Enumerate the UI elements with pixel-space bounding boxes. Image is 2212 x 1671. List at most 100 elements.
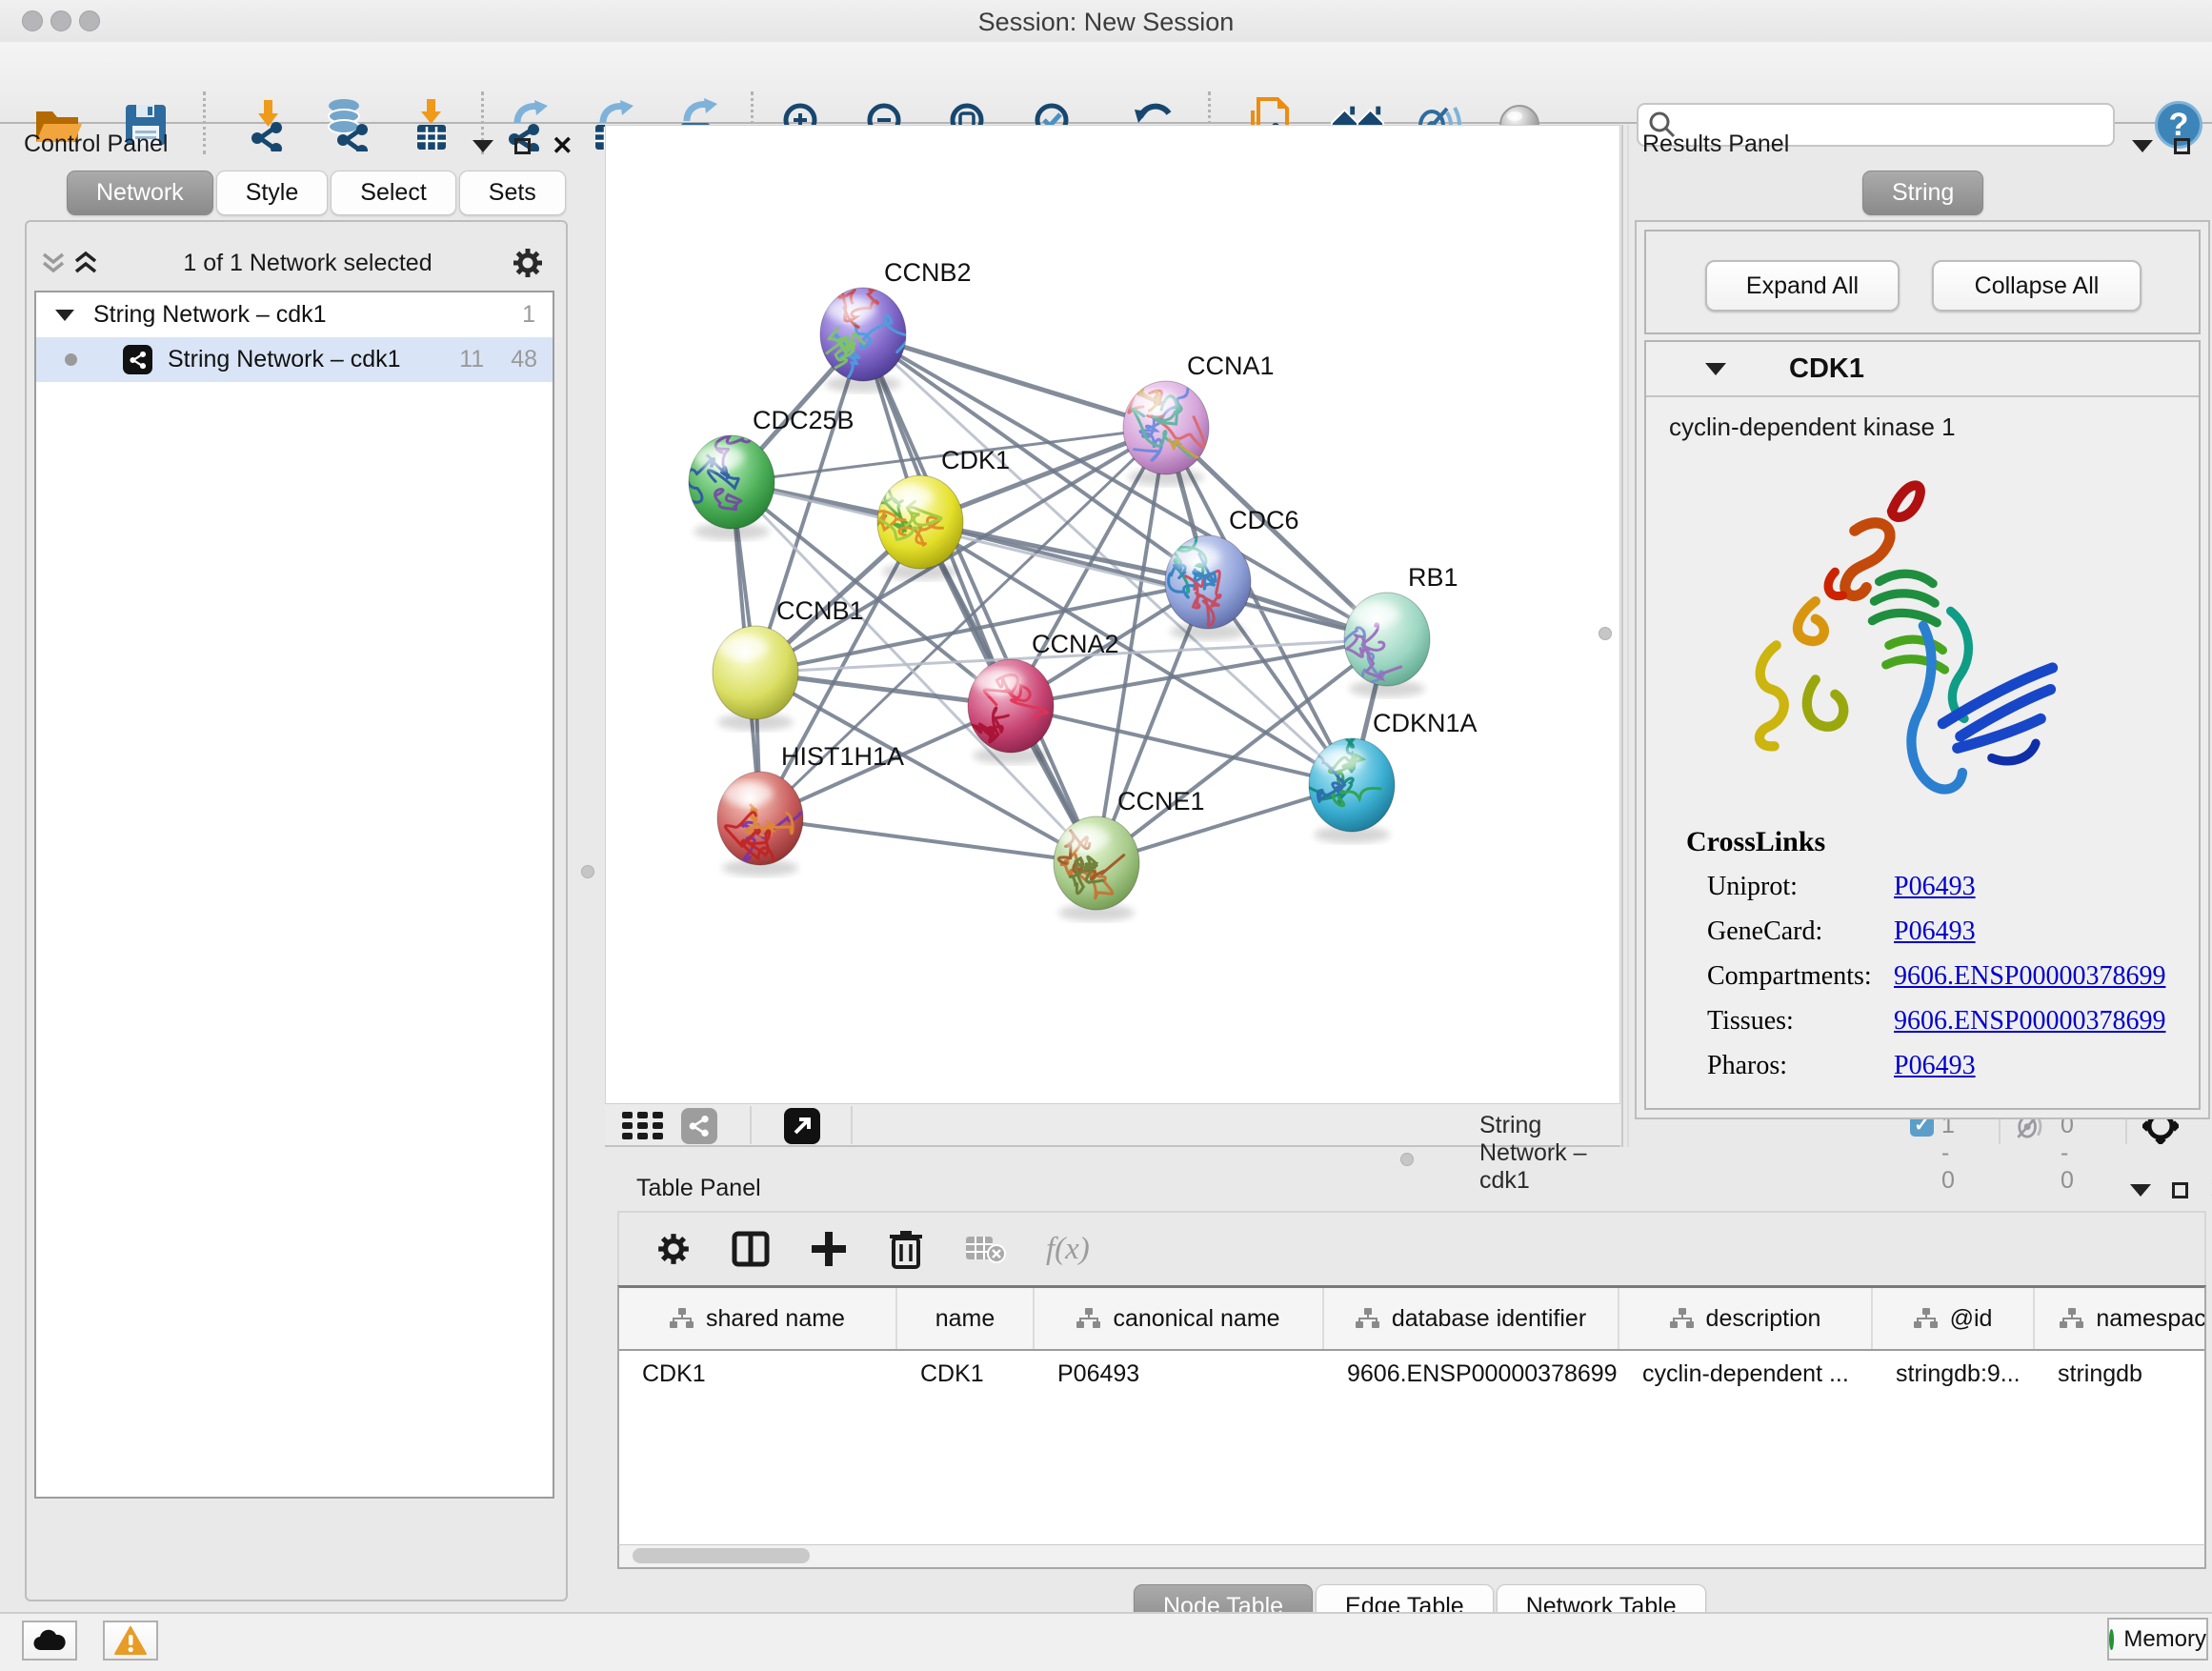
node-label: CCNB1	[776, 596, 864, 625]
crosslinks-title: CrossLinks	[1686, 826, 1825, 858]
table-header-row: shared name name canonical name database…	[619, 1288, 2204, 1351]
network-canvas[interactable]: CCNB2CCNA1CDC25BCDK1CDC6RB1CCNB1CCNA2CDK…	[605, 125, 1620, 1104]
function-builder-icon: f(x)	[1046, 1232, 1090, 1267]
expand-all-button[interactable]: Expand All	[1705, 260, 1900, 312]
right-splitter-handle[interactable]	[1599, 627, 1612, 640]
horizontal-splitter-handle[interactable]	[1400, 1153, 1414, 1166]
application-window: Session: New Session	[0, 0, 2212, 1671]
control-panel: Control Panel ✕ NetworkStyleSelectSets 1…	[8, 125, 570, 1607]
status-bar: Memory	[0, 1612, 2212, 1671]
network-collection-row[interactable]: String Network – cdk1 1	[36, 292, 553, 337]
crosslink-row: Uniprot:P06493	[1707, 872, 2183, 910]
column-header: shared name	[619, 1288, 897, 1349]
collapse-all-icon[interactable]	[40, 249, 72, 277]
node-label: CDKN1A	[1373, 709, 1478, 737]
cloud-icon	[32, 1629, 67, 1652]
network-edge[interactable]	[1011, 706, 1352, 785]
collapse-all-button[interactable]: Collapse All	[1932, 260, 2142, 312]
crosslink-label: Uniprot:	[1707, 872, 1894, 902]
node-label: CCNA1	[1187, 352, 1275, 380]
table-row[interactable]: CDK1 CDK1 P06493 9606.ENSP00000378699 cy…	[619, 1351, 2204, 1397]
expand-all-icon[interactable]	[72, 249, 105, 277]
column-header: canonical name	[1035, 1288, 1324, 1349]
network-type-button[interactable]	[681, 1108, 717, 1144]
title-bar: Session: New Session	[0, 0, 2212, 42]
panel-menu-icon[interactable]	[2132, 140, 2153, 152]
column-header: name	[897, 1288, 1035, 1349]
results-splitter[interactable]	[1621, 125, 1629, 1147]
hierarchy-icon	[1356, 1308, 1380, 1329]
crosslink-row: Compartments:9606.ENSP00000378699	[1707, 961, 2183, 999]
separator	[851, 1106, 853, 1144]
crosslink-link[interactable]: P06493	[1894, 1051, 1976, 1080]
tab-network[interactable]: Network	[67, 171, 213, 215]
collapse-icon[interactable]	[55, 310, 74, 321]
crosslink-link[interactable]: P06493	[1894, 916, 1976, 946]
panel-menu-icon[interactable]	[473, 140, 493, 152]
network-edge[interactable]	[863, 334, 1096, 863]
crosslink-link[interactable]: 9606.ENSP00000378699	[1894, 961, 2165, 991]
delete-column-icon[interactable]	[888, 1229, 924, 1269]
memory-status-dot	[2109, 1629, 2114, 1650]
expand-collapse-box: Expand All Collapse All	[1644, 230, 2201, 334]
protein-description: cyclin-dependent kinase 1	[1669, 413, 1956, 442]
network-node-CCNB1[interactable]: CCNB1	[713, 596, 864, 731]
gear-icon[interactable]	[511, 246, 545, 280]
float-panel-icon[interactable]	[2174, 138, 2190, 154]
panel-menu-icon[interactable]	[2130, 1184, 2151, 1197]
network-node-CCNB2[interactable]: CCNB2	[820, 258, 972, 393]
crosslink-label: Tissues:	[1707, 1006, 1894, 1037]
memory-button[interactable]: Memory	[2107, 1618, 2208, 1661]
tab-string[interactable]: String	[1862, 171, 1983, 215]
float-panel-icon[interactable]	[514, 138, 531, 154]
show-columns-icon[interactable]	[732, 1230, 770, 1268]
table-toolbar: f(x)	[617, 1211, 2206, 1285]
selection-status: 1 of 1 Network selected	[105, 250, 511, 277]
cell-id: stringdb:9...	[1873, 1351, 2035, 1397]
network-tree: String Network – cdk1 1 String Network –…	[34, 291, 554, 1499]
crosslink-label: Compartments:	[1707, 961, 1894, 992]
network-edge[interactable]	[863, 334, 1166, 428]
network-node-CCNE1[interactable]: CCNE1	[1054, 787, 1205, 921]
hierarchy-icon	[1076, 1308, 1101, 1329]
arrow-up-right-icon	[792, 1116, 813, 1137]
collapse-icon[interactable]	[1705, 363, 1726, 375]
tab-select[interactable]: Select	[331, 171, 455, 215]
close-panel-icon[interactable]: ✕	[552, 136, 573, 155]
scrollbar-thumb[interactable]	[633, 1548, 810, 1563]
cloud-button[interactable]	[22, 1621, 77, 1661]
tab-sets[interactable]: Sets	[459, 171, 566, 215]
protein-entry: CDK1 cyclin-dependent kinase 1	[1644, 340, 2201, 1110]
cell-database-identifier: 9606.ENSP00000378699	[1324, 1351, 1619, 1397]
tab-style[interactable]: Style	[216, 171, 329, 215]
hierarchy-icon	[1914, 1308, 1939, 1329]
protein-name: CDK1	[1789, 353, 1864, 385]
open-in-window-button[interactable]	[784, 1108, 820, 1144]
node-label: CDK1	[941, 446, 1010, 474]
add-column-icon[interactable]	[810, 1230, 848, 1268]
crosslink-link[interactable]: P06493	[1894, 872, 1976, 901]
gear-icon[interactable]	[655, 1231, 692, 1267]
node-label: RB1	[1408, 563, 1458, 592]
table-horizontal-scrollbar[interactable]	[617, 1544, 2206, 1569]
table-panel-title: Table Panel	[636, 1175, 761, 1202]
network-edge[interactable]	[760, 818, 1096, 863]
crosslink-row: Tissues:9606.ENSP00000378699	[1707, 1006, 2183, 1044]
float-panel-icon[interactable]	[2172, 1182, 2188, 1198]
column-header: database identifier	[1324, 1288, 1619, 1349]
protein-entry-header[interactable]: CDK1	[1646, 342, 2199, 397]
left-splitter-handle[interactable]	[581, 865, 594, 878]
cell-name: CDK1	[897, 1351, 1035, 1397]
table-panel: Table Panel ✕ f(x) shared name name cano…	[577, 1167, 2212, 1612]
node-table[interactable]: shared name name canonical name database…	[617, 1285, 2206, 1544]
hierarchy-icon	[670, 1308, 694, 1329]
window-title: Session: New Session	[0, 8, 2212, 37]
crosslink-link[interactable]: 9606.ENSP00000378699	[1894, 1006, 2165, 1036]
warnings-button[interactable]	[103, 1621, 158, 1661]
hierarchy-icon	[1670, 1308, 1695, 1329]
hierarchy-icon	[2060, 1308, 2084, 1329]
network-row-selected[interactable]: String Network – cdk1 11 48	[36, 337, 553, 382]
network-node-HIST1H1A[interactable]: HIST1H1A	[717, 742, 904, 876]
node-label: CDC6	[1229, 506, 1299, 534]
birdseye-toggle-button[interactable]	[622, 1112, 666, 1140]
